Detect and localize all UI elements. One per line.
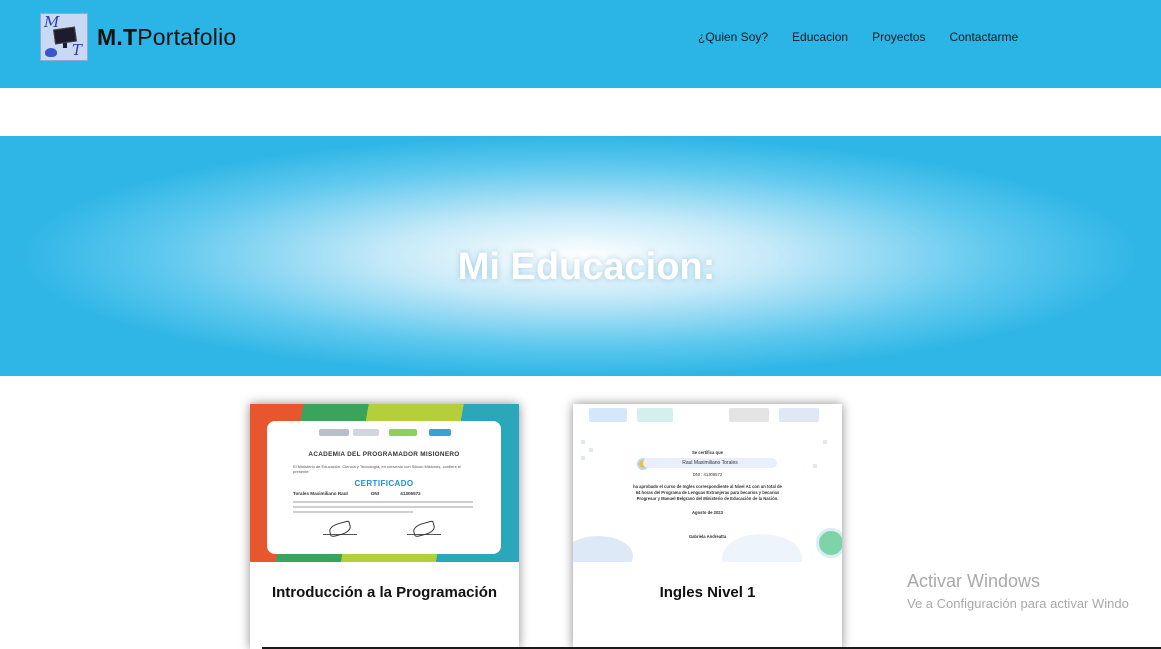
certificate-recipient-row: Torales Maximiliano Raul DNI 41305572 (293, 491, 483, 496)
certificate-text-line (293, 511, 413, 513)
decor-dot (581, 456, 585, 460)
monitor-stand (63, 43, 67, 48)
card-title: Ingles Nivel 1 (659, 584, 756, 601)
decor-dot (581, 440, 585, 444)
certificate-label: CERTIFICADO (354, 479, 414, 488)
brand-name-bold: M.T (97, 23, 138, 50)
certificate-image-programacion: ACADEMIA DEL PROGRAMADOR MISIONERO El Mi… (250, 404, 519, 562)
decor-dot (823, 440, 827, 444)
brand-name: M.TPortafolio (97, 24, 236, 51)
certificate-text-line (293, 506, 473, 508)
nav-link-proyectos[interactable]: Proyectos (872, 30, 925, 44)
certificate-paper: ACADEMIA DEL PROGRAMADOR MISIONERO El Mi… (267, 421, 501, 554)
brand[interactable]: M T M.TPortafolio (40, 13, 236, 61)
certificate-intro: El Ministerio de Educación, Ciencia y Te… (293, 464, 462, 474)
certificate-text-line (293, 501, 473, 503)
nav-link-contactarme[interactable]: Contactarme (949, 30, 1018, 44)
certificate-body-2: 64 horas del Programa de Lenguas Extranj… (635, 490, 780, 495)
signature-mark (407, 521, 441, 535)
certificate-heading: ACADEMIA DEL PROGRAMADOR MISIONERO (308, 451, 460, 458)
mouse-icon (45, 48, 57, 57)
certificate-dni-label: DNI (371, 491, 380, 496)
brand-name-rest: Portafolio (137, 23, 237, 50)
certificate-signer: Gabriela Andreatta (688, 534, 727, 539)
hero-title: Mi Educacion: (457, 246, 716, 288)
nav-link-educacion[interactable]: Educacion (792, 30, 848, 44)
certificate-image-ingles: Se certifica que Raul Maximiliano Torale… (573, 404, 842, 562)
certificate-certifies: Se certifica que (692, 450, 723, 455)
certificate-logos (319, 429, 453, 437)
nav-menu: ¿Quien Soy? Educacion Proyectos Contacta… (698, 30, 1042, 44)
signature-mark (323, 521, 357, 535)
windows-activation-watermark: Activar Windows Ve a Configuración para … (907, 571, 1129, 611)
nav-link-quien-soy[interactable]: ¿Quien Soy? (698, 30, 768, 44)
brand-logo: M T (40, 13, 88, 61)
globe-icon (816, 528, 842, 558)
certificate-logos (589, 408, 833, 428)
watermark-subtitle: Ve a Configuración para activar Windo (907, 596, 1129, 611)
education-hero: Mi Educacion: (0, 136, 1161, 376)
certificate-dni: DNI : 41305572 (692, 472, 723, 477)
watermark-title: Activar Windows (907, 571, 1041, 591)
certificate-body-1: ha aprobado el curso de Ingles correspon… (633, 484, 782, 489)
certificate-date: Agosto de 2023 (692, 510, 723, 515)
decor-dot (813, 464, 817, 468)
certificate-recipient: Raul Maximiliano Torales (643, 458, 777, 468)
certificate-dni: 41305572 (400, 491, 421, 496)
education-card-ingles[interactable]: Se certifica que Raul Maximiliano Torale… (573, 404, 842, 649)
certificate-body-3: Progresar y Manuel Belgrano del Minister… (636, 496, 779, 501)
education-card-programacion[interactable]: ACADEMIA DEL PROGRAMADOR MISIONERO El Mi… (250, 404, 519, 649)
logo-letter-t: T (71, 41, 82, 59)
navbar: M T M.TPortafolio ¿Quien Soy? Educacion … (0, 0, 1161, 88)
card-title: Introducción a la Programación (271, 584, 498, 601)
certificate-recipient: Torales Maximiliano Raul (293, 491, 348, 496)
